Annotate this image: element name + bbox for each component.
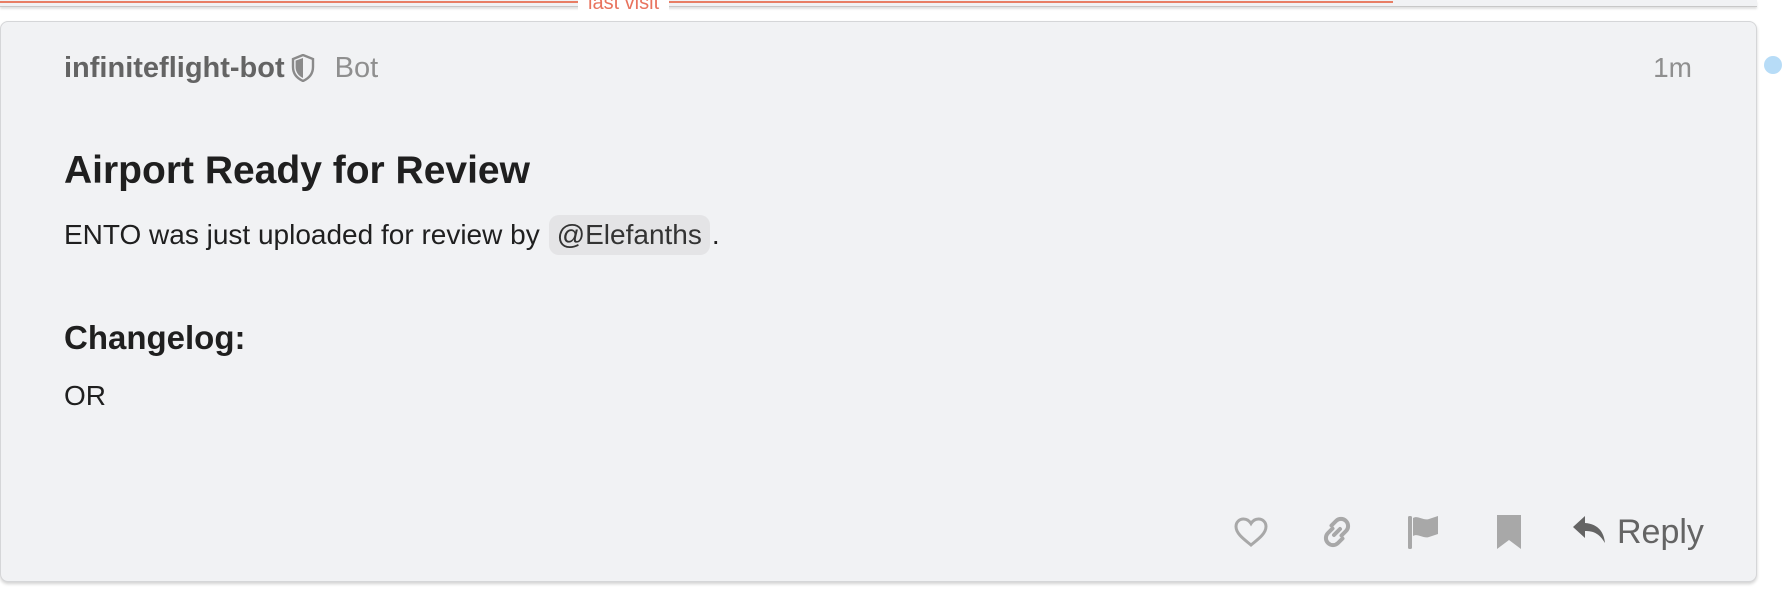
post-body: ENTO was just uploaded for review by @El… — [64, 213, 720, 257]
reply-icon — [1571, 514, 1607, 551]
changelog-heading: Changelog: — [64, 319, 246, 356]
bookmark-icon — [1494, 513, 1524, 551]
unread-indicator — [1764, 56, 1782, 74]
last-visit-label: last visit — [578, 0, 670, 14]
link-icon — [1319, 514, 1355, 550]
reply-label: Reply — [1617, 512, 1704, 551]
flag-button[interactable] — [1403, 512, 1443, 552]
user-mention[interactable]: @Elefanths — [548, 215, 710, 255]
post-heading: Airport Ready for Review — [64, 149, 530, 192]
flag-icon — [1405, 513, 1441, 551]
shield-icon — [291, 54, 317, 82]
heart-icon — [1233, 516, 1269, 548]
author-title: Bot — [334, 51, 379, 84]
post-timestamp[interactable]: 1m — [1653, 50, 1692, 86]
last-visit-divider — [0, 1, 1393, 3]
post-meta: infiniteflight-bot Bot — [64, 50, 378, 86]
author-username[interactable]: infiniteflight-bot — [64, 52, 285, 85]
reply-button[interactable]: Reply — [1571, 513, 1704, 552]
post-card: infiniteflight-bot Bot 1m Airport Ready … — [0, 21, 1757, 582]
share-button[interactable] — [1317, 512, 1357, 552]
like-button[interactable] — [1231, 512, 1271, 552]
changelog-body: OR — [64, 380, 106, 411]
bookmark-button[interactable] — [1489, 512, 1529, 552]
body-text: ENTO was just uploaded for review by — [64, 219, 540, 250]
body-suffix: . — [711, 219, 720, 250]
post-actions: Reply — [1231, 509, 1704, 555]
